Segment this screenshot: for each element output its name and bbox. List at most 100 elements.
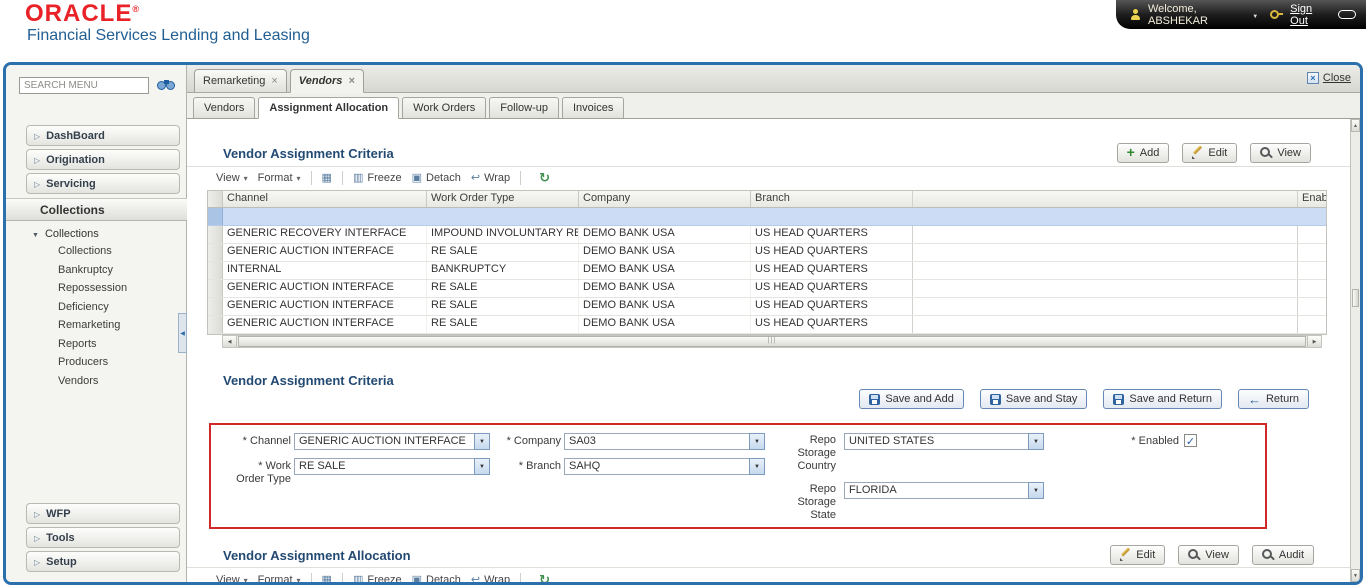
scroll-left-button[interactable] xyxy=(223,336,237,347)
allocation-edit-button[interactable]: Edit xyxy=(1110,545,1166,565)
horizontal-scrollbar[interactable] xyxy=(222,335,1322,348)
column-header-branch[interactable]: Branch xyxy=(751,191,913,207)
table-cell: DEMO BANK USA xyxy=(579,280,751,297)
toolbar-separator xyxy=(520,573,522,582)
toolbar-detach-button[interactable]: Detach xyxy=(412,574,461,582)
tree-item-remarketing[interactable]: Remarketing xyxy=(58,316,127,335)
sidebar-item-wfp[interactable]: WFP xyxy=(26,503,180,524)
repo-storage-country-select[interactable]: UNITED STATES xyxy=(844,433,1044,450)
column-header-company[interactable]: Company xyxy=(579,191,751,207)
s idebar-item-tools[interactable]: Tools xyxy=(26,527,180,548)
scroll-up-button[interactable] xyxy=(1351,119,1360,132)
toolbar-wrap-button[interactable]: Wrap xyxy=(471,172,510,184)
table-row-selected[interactable] xyxy=(208,208,1326,226)
tree-item-deficiency[interactable]: Deficiency xyxy=(58,298,127,317)
sidebar-section-collections[interactable]: Collections xyxy=(6,198,187,221)
dropdown-arrow-icon[interactable] xyxy=(474,433,490,450)
search-icon[interactable] xyxy=(157,79,177,93)
table-row[interactable]: INTERNAL BANKRUPTCY DEMO BANK USA US HEA… xyxy=(208,262,1326,280)
view-button[interactable]: View xyxy=(1250,143,1311,163)
dropdown-arrow-icon[interactable] xyxy=(474,458,490,475)
toolbar-view-menu[interactable]: View xyxy=(216,574,248,582)
sidebar-item-setup[interactable]: Setup xyxy=(26,551,180,572)
horizontal-scrollbar-thumb[interactable] xyxy=(238,336,1306,347)
return-arrow-icon xyxy=(1248,392,1261,407)
tree-item-bankruptcy[interactable]: Bankruptcy xyxy=(58,261,127,280)
sidebar-item-dashboard[interactable]: DashBoard xyxy=(26,125,180,146)
toolbar-view-menu[interactable]: View xyxy=(216,172,248,184)
subtab-work-orders[interactable]: Work Orders xyxy=(402,97,487,118)
refresh-icon[interactable] xyxy=(539,574,550,583)
column-header-enabled[interactable]: Enab xyxy=(1298,191,1326,207)
toolbar-format-menu[interactable]: Format xyxy=(258,574,301,582)
chevron-right-icon xyxy=(34,532,40,544)
table-cell xyxy=(1298,262,1326,279)
subtab-invoices[interactable]: Invoices xyxy=(561,97,625,118)
save-and-add-button[interactable]: Save and Add xyxy=(859,389,964,409)
refresh-icon[interactable] xyxy=(539,172,550,185)
save-and-return-button[interactable]: Save and Return xyxy=(1103,389,1222,409)
table-row[interactable]: GENERIC AUCTION INTERFACE RE SALE DEMO B… xyxy=(208,316,1326,334)
sign-out-link[interactable]: Sign Out xyxy=(1290,3,1328,27)
tree-item-vendors[interactable]: Vendors xyxy=(58,372,127,391)
table-cell: RE SALE xyxy=(427,280,579,297)
dropdown-arrow-icon[interactable] xyxy=(1028,482,1044,499)
toolbar-wrap-button[interactable]: Wrap xyxy=(471,574,510,582)
table-row[interactable]: GENERIC AUCTION INTERFACE RE SALE DEMO B… xyxy=(208,280,1326,298)
subtab-follow-up[interactable]: Follow-up xyxy=(489,97,559,118)
search-input[interactable] xyxy=(19,77,149,94)
user-menu-caret-icon[interactable] xyxy=(1252,9,1258,21)
allocation-view-button[interactable]: View xyxy=(1178,545,1239,565)
tab-close-icon[interactable] xyxy=(348,75,354,87)
tree-item-repossession[interactable]: Repossession xyxy=(58,279,127,298)
repo-storage-state-select[interactable]: FLORIDA xyxy=(844,482,1044,499)
toolbar-freeze-button[interactable]: Freeze xyxy=(353,172,401,184)
scroll-down-button[interactable] xyxy=(1351,569,1360,582)
toolbar-freeze-button[interactable]: Freeze xyxy=(353,574,401,582)
column-header-work-order-type[interactable]: Work Order Type xyxy=(427,191,579,207)
subtab-vendors[interactable]: Vendors xyxy=(193,97,256,118)
return-button[interactable]: Return xyxy=(1237,389,1309,409)
freeze-icon xyxy=(353,173,363,184)
sidebar-collapse-button[interactable] xyxy=(178,313,187,353)
column-header-channel[interactable]: Channel xyxy=(223,191,427,207)
toolbar-format-menu[interactable]: Format xyxy=(258,172,301,184)
branch-select[interactable]: SAHQ xyxy=(564,458,765,475)
toolbar-detach-button[interactable]: Detach xyxy=(412,172,461,184)
sidebar-item-servicing[interactable]: Servicing xyxy=(26,173,180,194)
tab-vendors[interactable]: Vendors xyxy=(289,69,364,93)
tab-close-icon[interactable] xyxy=(271,75,277,87)
allocation-audit-button[interactable]: Audit xyxy=(1251,545,1314,565)
table-row[interactable]: GENERIC AUCTION INTERFACE RE SALE DEMO B… xyxy=(208,298,1326,316)
sidebar-item-origination[interactable]: Origination xyxy=(26,149,180,170)
tree-expanded-icon[interactable] xyxy=(32,228,39,240)
save-and-stay-button[interactable]: Save and Stay xyxy=(979,389,1088,409)
table-row[interactable]: GENERIC RECOVERY INTERFACE IMPOUND INVOL… xyxy=(208,226,1326,244)
session-pill-icon[interactable] xyxy=(1338,10,1356,19)
channel-select[interactable]: GENERIC AUCTION INTERFACE xyxy=(294,433,490,450)
scroll-right-button[interactable] xyxy=(1307,336,1321,347)
tree-item-producers[interactable]: Producers xyxy=(58,353,127,372)
work-order-type-select[interactable]: RE SALE xyxy=(294,458,490,475)
export-grid-icon[interactable] xyxy=(322,173,332,184)
dropdown-arrow-icon[interactable] xyxy=(749,433,765,450)
export-grid-icon[interactable] xyxy=(322,575,332,583)
vertical-scrollbar-thumb[interactable] xyxy=(1352,289,1359,307)
dropdown-arrow-icon[interactable] xyxy=(749,458,765,475)
vertical-scrollbar[interactable] xyxy=(1350,119,1360,582)
company-select[interactable]: SA03 xyxy=(564,433,765,450)
close-label: Close xyxy=(1322,72,1351,84)
subtab-assignment-allocation[interactable]: Assignment Allocation xyxy=(258,97,400,119)
enabled-checkbox[interactable] xyxy=(1184,434,1197,447)
add-button[interactable]: Add xyxy=(1116,143,1170,163)
edit-button[interactable]: Edit xyxy=(1182,143,1238,163)
tab-remarketing[interactable]: Remarketing xyxy=(194,69,287,92)
close-button[interactable]: Close xyxy=(1306,72,1351,84)
table-cell: BANKRUPTCY xyxy=(427,262,579,279)
tree-item-collections[interactable]: Collections xyxy=(58,242,127,261)
tree-node-collections[interactable]: Collections xyxy=(32,228,99,240)
table-row[interactable]: GENERIC AUCTION INTERFACE RE SALE DEMO B… xyxy=(208,244,1326,262)
toolbar-separator xyxy=(520,171,522,185)
tree-item-reports[interactable]: Reports xyxy=(58,335,127,354)
dropdown-arrow-icon[interactable] xyxy=(1028,433,1044,450)
